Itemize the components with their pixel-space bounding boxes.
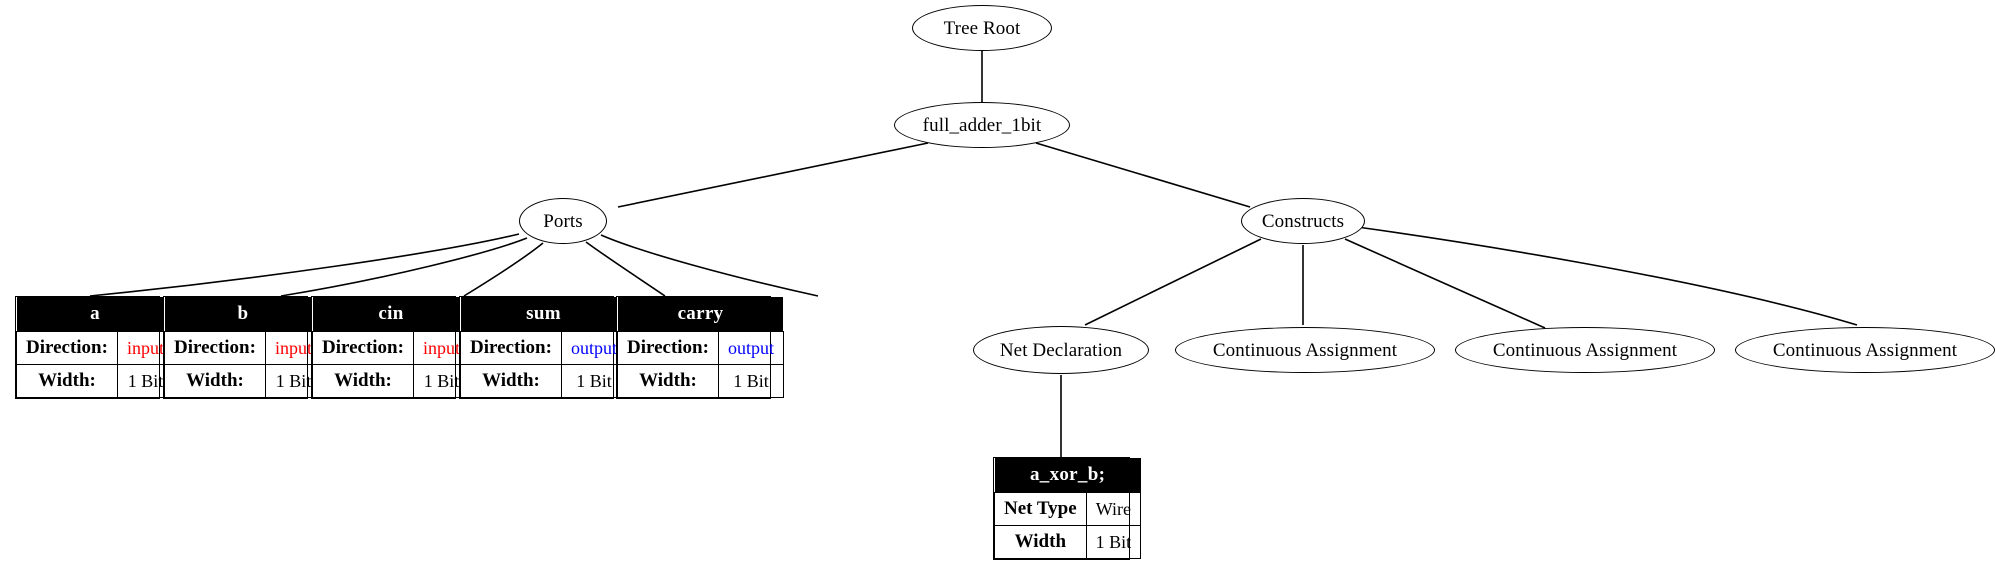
- node-ports-label: Ports: [543, 210, 583, 232]
- table-row: Direction: input: [312, 331, 470, 365]
- table-row: Width: 1 Bit: [460, 364, 627, 398]
- table-row: Direction: input: [16, 331, 174, 365]
- node-constructs-label: Constructs: [1261, 210, 1345, 232]
- table-row: Width: 1 Bit: [164, 364, 322, 398]
- edge-ports-to-sum: [585, 241, 666, 297]
- node-tree-root[interactable]: Tree Root: [912, 5, 1052, 51]
- node-full-adder-1bit-label: full_adder_1bit: [922, 114, 1042, 136]
- port-table-b-header: b: [164, 297, 322, 332]
- edge-constructs-to-ca3: [1356, 226, 1858, 326]
- net-table-a-xor-b-row0-key: Net Type: [994, 492, 1087, 526]
- net-table-a-xor-b-row1-key: Width: [994, 525, 1087, 559]
- port-table-b-row0-key: Direction:: [164, 331, 266, 365]
- node-ports[interactable]: Ports: [519, 198, 607, 244]
- port-table-cin-header: cin: [312, 297, 470, 332]
- edge-module-to-constructs: [1035, 142, 1251, 208]
- edge-ports-to-cin: [463, 242, 544, 297]
- table-row: Width 1 Bit: [994, 525, 1142, 559]
- edge-module-to-ports: [617, 142, 929, 208]
- port-table-carry-row1-value: 1 Bit: [717, 364, 784, 398]
- node-continuous-assignment-1[interactable]: Continuous Assignment: [1175, 327, 1435, 373]
- port-table-sum[interactable]: sum Direction: output Width: 1 Bit: [459, 296, 627, 399]
- node-net-declaration-label: Net Declaration: [999, 339, 1123, 361]
- port-table-carry-row1-key: Width:: [617, 364, 719, 398]
- node-constructs[interactable]: Constructs: [1241, 198, 1365, 244]
- edge-ports-to-a: [89, 233, 520, 297]
- table-row: Width: 1 Bit: [312, 364, 470, 398]
- port-table-a-row1-key: Width:: [16, 364, 118, 398]
- net-table-a-xor-b-row1-value: 1 Bit: [1085, 525, 1142, 559]
- port-table-carry-header: carry: [617, 297, 784, 332]
- table-row: Width: 1 Bit: [617, 364, 784, 398]
- table-row: Direction: input: [164, 331, 322, 365]
- port-table-carry-row0-key: Direction:: [617, 331, 719, 365]
- port-table-sum-header: sum: [460, 297, 627, 332]
- port-table-cin-row1-key: Width:: [312, 364, 414, 398]
- port-table-cin-row0-key: Direction:: [312, 331, 414, 365]
- table-row: Net Type Wire: [994, 492, 1142, 526]
- node-continuous-assignment-1-label: Continuous Assignment: [1212, 339, 1398, 361]
- net-table-a-xor-b-header: a_xor_b;: [994, 458, 1141, 493]
- net-table-a-xor-b[interactable]: a_xor_b; Net Type Wire Width 1 Bit: [993, 457, 1142, 560]
- port-table-a[interactable]: a Direction: input Width: 1 Bit: [15, 296, 174, 399]
- tree-diagram-canvas: Tree Root full_adder_1bit Ports Construc…: [0, 0, 1995, 571]
- node-tree-root-label: Tree Root: [943, 17, 1021, 39]
- edge-ports-to-b: [280, 237, 528, 297]
- node-continuous-assignment-2-label: Continuous Assignment: [1492, 339, 1678, 361]
- port-table-cin[interactable]: cin Direction: input Width: 1 Bit: [311, 296, 470, 399]
- port-table-sum-row1-key: Width:: [460, 364, 562, 398]
- port-table-sum-row0-key: Direction:: [460, 331, 562, 365]
- port-table-carry-row0-value: output: [717, 331, 784, 365]
- port-table-carry[interactable]: carry Direction: output Width: 1 Bit: [616, 296, 784, 399]
- port-table-a-header: a: [16, 297, 174, 332]
- port-table-b[interactable]: b Direction: input Width: 1 Bit: [163, 296, 322, 399]
- edge-ports-to-carry: [600, 234, 819, 297]
- table-row: Width: 1 Bit: [16, 364, 174, 398]
- node-full-adder-1bit[interactable]: full_adder_1bit: [894, 102, 1070, 148]
- port-table-a-row0-key: Direction:: [16, 331, 118, 365]
- table-row: Direction: output: [460, 331, 627, 365]
- edge-constructs-to-ca2: [1344, 238, 1546, 329]
- node-continuous-assignment-3[interactable]: Continuous Assignment: [1735, 327, 1995, 373]
- port-table-b-row1-key: Width:: [164, 364, 266, 398]
- edge-constructs-to-netdecl: [1084, 238, 1262, 326]
- node-net-declaration[interactable]: Net Declaration: [973, 326, 1149, 374]
- node-continuous-assignment-3-label: Continuous Assignment: [1772, 339, 1958, 361]
- node-continuous-assignment-2[interactable]: Continuous Assignment: [1455, 327, 1715, 373]
- table-row: Direction: output: [617, 331, 784, 365]
- net-table-a-xor-b-row0-value: Wire: [1085, 492, 1142, 526]
